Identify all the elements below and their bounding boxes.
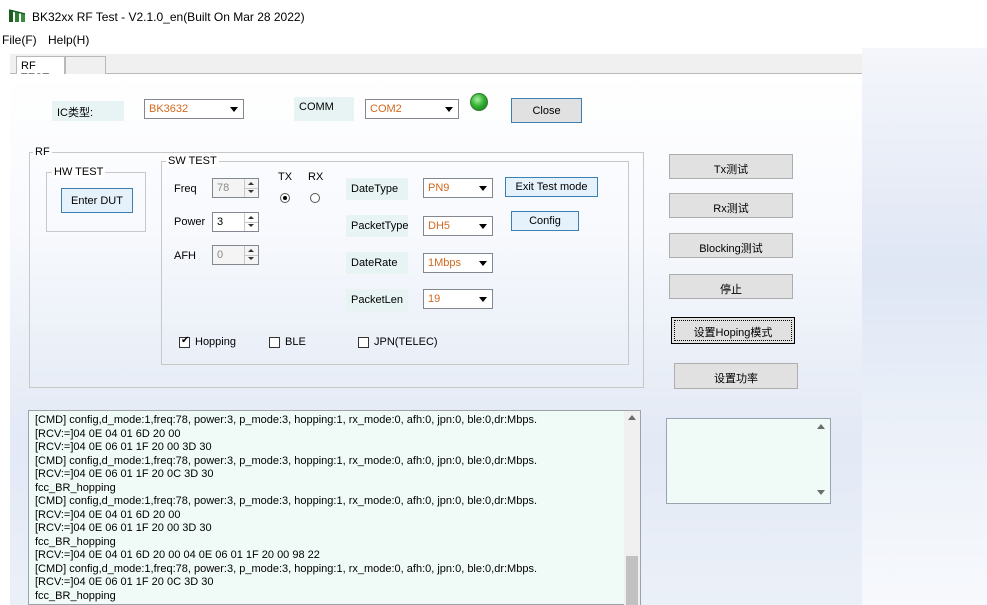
log-line: [RCV:=]04 0E 04 01 6D 20 00 [35, 508, 181, 521]
tab-strip [10, 54, 862, 74]
log-line: [CMD] config,d_mode:1,freq:78, power:3, … [35, 562, 538, 575]
status-box[interactable] [666, 418, 831, 504]
jpn-telec-label: JPN(TELEC) [374, 336, 438, 348]
packettype-label: PacketType [346, 215, 408, 237]
comm-label: COMM [294, 97, 354, 121]
tx-test-button[interactable]: Tx测试 [669, 154, 793, 179]
scroll-up-icon[interactable] [624, 411, 640, 427]
ic-type-select[interactable]: BK3632 [144, 99, 244, 119]
hopping-checkbox[interactable]: ✔ [179, 335, 190, 348]
freq-label: Freq [174, 183, 197, 195]
log-output[interactable]: [CMD] config,d_mode:1,freq:78, power:3, … [28, 410, 641, 605]
log-line: [RCV:=]04 0E 06 01 1F 20 0C 3D 30 [35, 576, 214, 588]
freq-spinner[interactable]: 78 [212, 178, 259, 198]
log-line: [RCV:=]04 0E 06 01 1F 20 00 3D 30 [35, 522, 212, 534]
spin-down-icon[interactable] [245, 188, 258, 197]
chevron-down-icon[interactable] [226, 101, 242, 117]
hw-test-title: HW TEST [52, 166, 106, 178]
close-button[interactable]: Close [511, 98, 582, 123]
menu-file[interactable]: File(F) [2, 33, 37, 47]
packetlen-label: PacketLen [346, 289, 408, 311]
tx-label: TX [278, 171, 293, 183]
log-line: [CMD] config,d_mode:1,freq:78, power:3, … [35, 414, 538, 426]
set-hopping-mode-button[interactable]: 设置Hoping模式 [671, 317, 795, 344]
log-scrollbar[interactable] [624, 411, 640, 605]
power-label: Power [174, 216, 206, 228]
datetype-select[interactable]: PN9 [423, 178, 493, 198]
connection-led-icon [470, 93, 488, 111]
log-line: [RCV:=]04 0E 06 01 1F 20 0C 3D 30 [35, 468, 214, 480]
daterate-label: DateRate [346, 252, 408, 274]
chevron-down-icon[interactable] [441, 101, 457, 117]
set-power-button[interactable]: 设置功率 [674, 363, 798, 389]
log-line: fcc_BR_hopping [35, 535, 116, 548]
power-spinner[interactable]: 3 [212, 212, 259, 232]
scroll-down-icon[interactable] [813, 486, 829, 502]
ic-type-label: IC类型: [52, 101, 124, 121]
tx-radio[interactable] [280, 193, 290, 203]
stop-button[interactable]: 停止 [669, 274, 793, 299]
log-line: [CMD] config,d_mode:1,freq:78, power:3, … [35, 495, 538, 507]
packetlen-select[interactable]: 19 [423, 289, 493, 309]
jpn-telec-checkbox[interactable] [358, 337, 369, 348]
comm-select[interactable]: COM2 [365, 99, 459, 119]
hopping-label: Hopping [195, 336, 236, 348]
exit-test-mode-button[interactable]: Exit Test mode [505, 177, 598, 197]
log-line: [CMD] config,d_mode:1,freq:78, power:3, … [35, 454, 538, 467]
rf-group-title: RF [33, 146, 52, 158]
afh-label: AFH [174, 250, 196, 262]
config-button[interactable]: Config [511, 211, 579, 231]
chevron-down-icon[interactable] [475, 255, 491, 271]
rx-test-button[interactable]: Rx测试 [669, 193, 793, 218]
spin-down-icon[interactable] [245, 222, 258, 231]
menu-bar [0, 30, 987, 48]
ble-label: BLE [285, 336, 306, 348]
log-line: [RCV:=]04 0E 04 01 6D 20 00 [35, 427, 181, 440]
ble-checkbox[interactable] [269, 337, 280, 348]
blocking-test-button[interactable]: Blocking测试 [669, 233, 793, 258]
sw-test-title: SW TEST [166, 155, 219, 167]
tab-rf-test[interactable]: RF TEST [16, 56, 65, 84]
right-background [862, 48, 987, 605]
daterate-select[interactable]: 1Mbps [423, 253, 493, 273]
check-icon: ✔ [181, 335, 190, 346]
scroll-thumb[interactable] [626, 556, 638, 605]
chevron-down-icon[interactable] [475, 218, 491, 234]
log-line: fcc_BR_hopping [35, 481, 116, 494]
window-title: BK32xx RF Test - V2.1.0_en(Built On Mar … [32, 10, 305, 24]
menu-help[interactable]: Help(H) [48, 33, 89, 47]
afh-spinner[interactable]: 0 [212, 245, 259, 265]
log-line: fcc_BR_hopping [35, 589, 116, 602]
datetype-label: DateType [346, 178, 408, 200]
rx-radio[interactable] [310, 193, 320, 203]
scroll-up-icon[interactable] [813, 420, 829, 436]
app-icon [8, 8, 28, 24]
enter-dut-button[interactable]: Enter DUT [61, 188, 133, 213]
tab-empty[interactable] [65, 56, 106, 75]
chevron-down-icon[interactable] [475, 291, 491, 307]
chevron-down-icon[interactable] [475, 180, 491, 196]
log-line: [RCV:=]04 0E 04 01 6D 20 00 04 0E 06 01 … [35, 549, 320, 561]
spin-down-icon[interactable] [245, 255, 258, 264]
log-line: [RCV:=]04 0E 06 01 1F 20 00 3D 30 [35, 441, 212, 453]
rx-label: RX [308, 171, 324, 183]
packettype-select[interactable]: DH5 [423, 216, 493, 236]
